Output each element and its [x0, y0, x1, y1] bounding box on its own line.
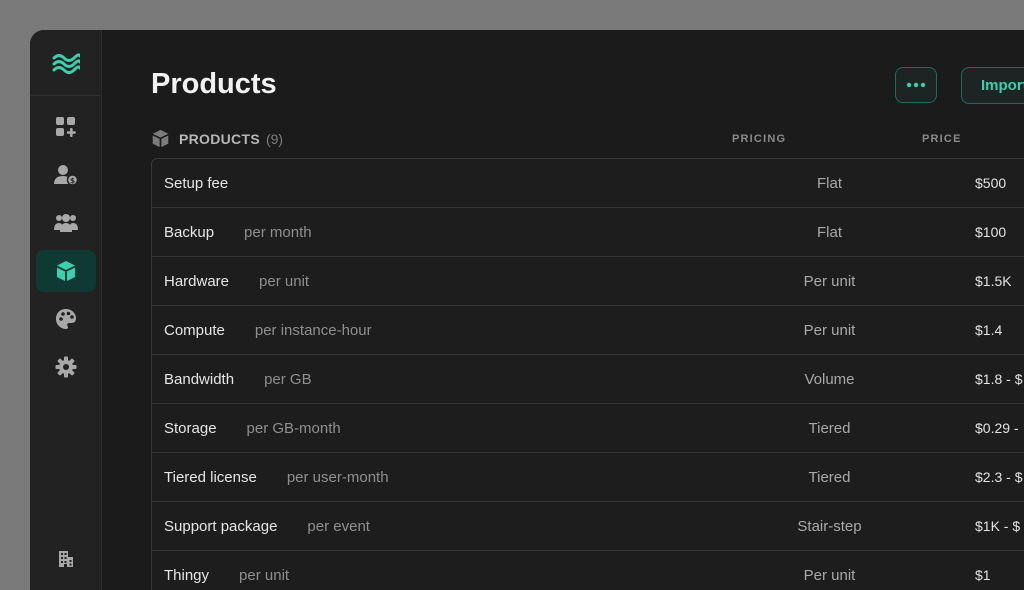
- price-value: $1K - $: [975, 518, 1021, 534]
- pricing-model: Volume: [804, 371, 855, 388]
- app-window: $ Products Import PRODUCTS (9) PRICING P…: [30, 30, 1024, 590]
- table-row[interactable]: Backup per month Flat $100: [152, 208, 1024, 257]
- section-header: PRODUCTS (9): [151, 129, 283, 148]
- table-row[interactable]: Bandwidth per GB Volume $1.8 - $: [152, 355, 1024, 404]
- nav-item-products[interactable]: [36, 250, 96, 292]
- price-value: $0.29 -: [975, 420, 1019, 436]
- page-title: Products: [151, 68, 277, 100]
- palette-icon: [56, 309, 76, 329]
- logo[interactable]: [30, 30, 101, 96]
- pricing-model: Per unit: [803, 322, 856, 339]
- product-unit: per month: [244, 224, 312, 241]
- table-row[interactable]: Hardware per unit Per unit $1.5K: [152, 257, 1024, 306]
- pricing-model: Per unit: [803, 273, 856, 290]
- product-name: Support package: [164, 518, 278, 535]
- section-title: PRODUCTS: [179, 130, 260, 147]
- pricing-model: Tiered: [808, 420, 851, 437]
- cube-icon: [152, 129, 169, 148]
- product-cube-icon: [57, 261, 75, 281]
- product-name: Backup: [164, 224, 215, 241]
- table-row[interactable]: Thingy per unit Per unit $1: [152, 551, 1024, 590]
- price-value: $500: [975, 175, 1007, 191]
- pricing-model: Flat: [816, 224, 842, 241]
- product-unit: per GB-month: [246, 420, 341, 437]
- table-row[interactable]: Support package per event Stair-step $1K …: [152, 502, 1024, 551]
- table-row[interactable]: Compute per instance-hour Per unit $1.4: [152, 306, 1024, 355]
- import-button[interactable]: Import: [961, 67, 1024, 104]
- product-name: Compute: [164, 322, 225, 339]
- product-unit: per instance-hour: [254, 322, 372, 339]
- customer-billing-icon: $: [54, 165, 78, 186]
- column-header-price[interactable]: PRICE: [922, 133, 962, 145]
- product-name: Bandwidth: [164, 371, 235, 388]
- svg-text:$: $: [70, 177, 75, 185]
- pricing-model: Flat: [816, 175, 842, 192]
- nav-item-organization[interactable]: [36, 542, 96, 576]
- waves-logo-icon: [52, 52, 80, 74]
- product-unit: per unit: [259, 273, 310, 290]
- product-name: Hardware: [164, 273, 230, 290]
- table-row[interactable]: Tiered license per user-month Tiered $2.3…: [152, 453, 1024, 502]
- ellipsis-icon: [906, 82, 926, 88]
- product-unit: per user-month: [286, 469, 389, 486]
- nav-item-dashboard[interactable]: [36, 106, 96, 148]
- nav-item-customers[interactable]: $: [36, 154, 96, 196]
- nav-item-team[interactable]: [36, 202, 96, 244]
- price-value: $100: [975, 224, 1007, 240]
- price-value: $1.5K: [975, 273, 1012, 289]
- team-icon: [54, 214, 78, 232]
- price-value: $2.3 - $: [975, 469, 1023, 485]
- price-value: $1: [975, 567, 991, 583]
- product-name: Storage: [164, 420, 217, 437]
- table-row[interactable]: Storage per GB-month Tiered $0.29 -: [152, 404, 1024, 453]
- pricing-model: Stair-step: [797, 518, 862, 535]
- product-unit: per GB: [264, 371, 312, 388]
- price-value: $1.4: [975, 322, 1003, 338]
- gear-icon: [55, 356, 77, 378]
- building-icon: [59, 551, 73, 567]
- product-unit: per event: [307, 518, 370, 535]
- products-table: Setup fee Flat $500 Backup per month Flat…: [151, 158, 1024, 590]
- product-name: Tiered license: [164, 469, 257, 486]
- nav-item-branding[interactable]: [36, 298, 96, 340]
- column-header-pricing[interactable]: PRICING: [732, 133, 786, 145]
- more-actions-button[interactable]: [895, 67, 937, 103]
- product-name: Setup fee: [164, 175, 229, 192]
- dashboard-add-icon: [56, 117, 76, 137]
- pricing-model: Tiered: [808, 469, 851, 486]
- nav-item-settings[interactable]: [36, 346, 96, 388]
- sidebar: $: [30, 30, 102, 590]
- section-count: (9): [265, 130, 284, 147]
- price-value: $1.8 - $: [975, 371, 1023, 387]
- main-content: Products Import PRODUCTS (9) PRICING PRI…: [102, 30, 1024, 590]
- table-row[interactable]: Setup fee Flat $500: [152, 159, 1024, 208]
